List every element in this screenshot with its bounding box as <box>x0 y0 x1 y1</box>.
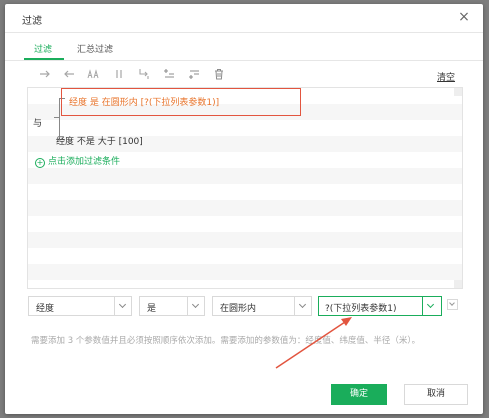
add-condition-label: 点击添加过滤条件 <box>48 157 121 167</box>
close-icon[interactable]: × <box>455 8 473 26</box>
active-tab-indicator <box>24 58 64 60</box>
field-select[interactable]: 经度 <box>28 296 132 316</box>
operator-select[interactable]: 是 <box>139 296 205 316</box>
parameter-hint: 需要添加 3 个参数值并且必须按照顺序依次添加。需要添加的参数值为：经度值、纬度… <box>31 336 421 346</box>
clear-link[interactable]: 清空 <box>437 70 455 83</box>
ok-button[interactable]: 确定 <box>331 384 387 405</box>
scrollbar-up[interactable] <box>454 88 462 96</box>
condition-select-value: 在圆形内 <box>220 304 257 314</box>
insert-above-icon[interactable] <box>160 65 178 83</box>
dialog-titlebar: 过滤 × <box>5 4 483 33</box>
insert-below-icon[interactable] <box>185 65 203 83</box>
more-options-icon[interactable] <box>447 299 458 310</box>
move-left-icon[interactable] <box>60 65 78 83</box>
chevron-down-icon[interactable] <box>294 297 311 315</box>
value-combo-text: ?(下拉列表参数1) <box>325 304 397 314</box>
tab-summary-filter[interactable]: 汇总过滤 <box>77 42 113 55</box>
tab-bar: 过滤 汇总过滤 <box>5 33 483 61</box>
scrollbar-down[interactable] <box>454 280 462 288</box>
chevron-down-icon[interactable] <box>187 297 204 315</box>
delete-icon[interactable] <box>210 65 228 83</box>
condition-select[interactable]: 在圆形内 <box>212 296 312 316</box>
move-right-icon[interactable] <box>36 65 54 83</box>
cancel-button[interactable]: 取消 <box>404 384 468 405</box>
tab-filter[interactable]: 过滤 <box>34 42 52 55</box>
and-icon[interactable] <box>84 65 102 83</box>
or-icon[interactable] <box>110 65 128 83</box>
chevron-down-icon[interactable] <box>114 297 131 315</box>
swap-icon[interactable] <box>135 65 153 83</box>
field-select-value: 经度 <box>36 304 55 314</box>
condition-bracket-tick <box>54 117 59 118</box>
plus-circle-icon: + <box>35 158 45 168</box>
annotation-highlight-box <box>61 88 301 116</box>
operator-select-value: 是 <box>147 304 157 314</box>
dialog-title: 过滤 <box>22 16 42 27</box>
join-operator-label[interactable]: 与 <box>33 116 42 129</box>
condition-item[interactable]: 经度 不是 大于 [100] <box>56 134 143 147</box>
filter-condition-panel: 与 经度 是 在圆形内 [?(下拉列表参数1)] 经度 不是 大于 [100] … <box>27 87 463 289</box>
value-combo-input[interactable]: ?(下拉列表参数1) <box>318 296 442 316</box>
chevron-down-icon[interactable] <box>422 297 441 315</box>
add-condition-link[interactable]: + 点击添加过滤条件 <box>35 154 120 168</box>
